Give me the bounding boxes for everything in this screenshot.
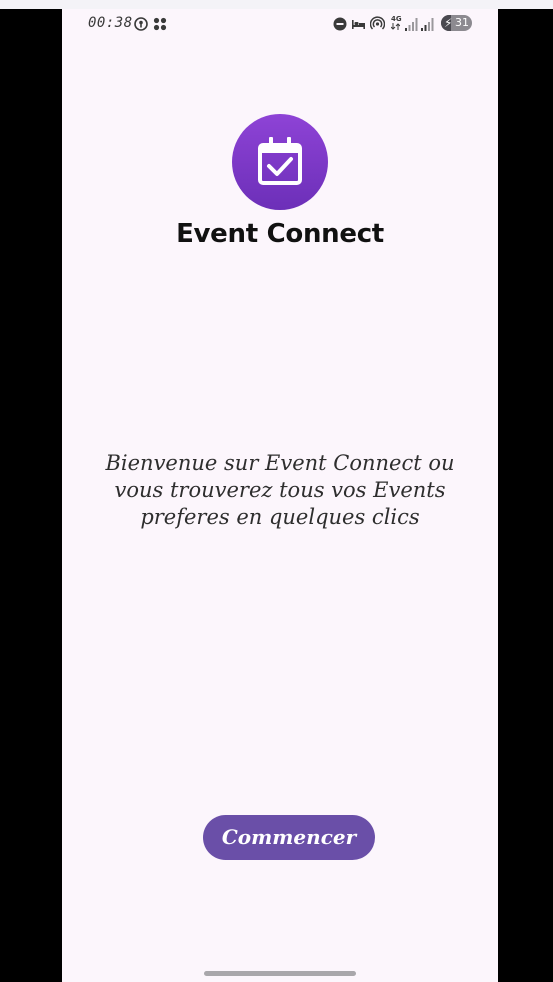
network-4g-icon: 4G [391,15,402,30]
do-not-disturb-icon [333,16,347,35]
hotspot-icon [369,16,386,35]
battery-level-text: 31 [455,16,469,29]
network-4g-label: 4G [391,15,402,23]
bed-icon [351,16,366,35]
app-title: Event Connect [176,219,384,249]
screen: 00:38 4G ⚡ 31 Event Connect Bienvenue su… [62,9,498,982]
status-time: 00:38 [88,15,133,31]
battery-charging-icon: ⚡ 31 [441,15,472,31]
welcome-text: Bienvenue sur Event Connect ou vous trou… [105,451,455,529]
vpn-key-icon [134,16,148,35]
top-strip [0,0,553,9]
app-grid-icon [153,16,167,35]
bolt-icon: ⚡ [444,16,453,30]
signal-bars-icon [405,16,418,35]
app-logo [232,114,328,210]
home-indicator[interactable] [204,971,356,976]
signal-bars-icon [421,16,434,35]
start-button[interactable]: Commencer [203,815,375,860]
calendar-check-icon [258,137,302,185]
status-bar: 00:38 4G ⚡ 31 [62,9,498,37]
